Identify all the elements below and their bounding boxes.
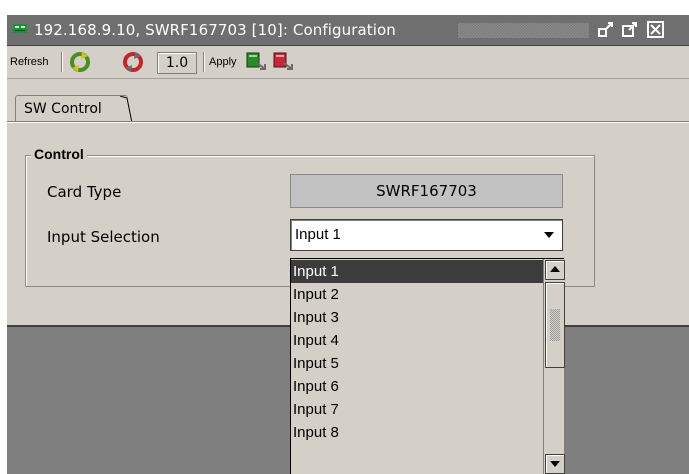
minimize-icon[interactable]	[597, 21, 615, 39]
arrow-down-icon	[550, 461, 560, 467]
zoom-level[interactable]: 1.0	[157, 52, 197, 74]
refresh-label: Refresh	[10, 56, 49, 68]
chevron-down-icon[interactable]	[544, 232, 554, 238]
maximize-icon[interactable]	[621, 21, 639, 39]
apply-green-icon[interactable]	[245, 51, 267, 73]
scroll-thumb[interactable]	[545, 282, 565, 368]
dropdown-option[interactable]: Input 8	[291, 421, 543, 444]
input-selection-select[interactable]: Input 1	[290, 219, 563, 251]
apply-label: Apply	[209, 56, 237, 68]
tab-edge	[120, 96, 133, 123]
toolbar: Refresh 1.0 Apply	[7, 46, 689, 79]
window-title: 192.168.9.10, SWRF167703 [10]: Configura…	[34, 21, 396, 39]
apply-button[interactable]: Apply	[209, 51, 237, 73]
title-drag-texture	[458, 23, 589, 38]
dropdown-option[interactable]: Input 2	[291, 283, 543, 306]
control-group-title: Control	[31, 146, 87, 162]
input-selection-dropdown[interactable]: Input 1 Input 2 Input 3 Input 4 Input 5 …	[290, 258, 565, 474]
grip-icon	[550, 309, 560, 341]
dropdown-option[interactable]: Input 3	[291, 306, 543, 329]
apply-red-icon[interactable]	[272, 51, 294, 73]
card-type-value: SWRF167703	[290, 174, 563, 208]
refresh-green-icon[interactable]	[68, 50, 92, 74]
card-type-label: Card Type	[47, 183, 122, 201]
input-selection-label: Input Selection	[47, 228, 160, 246]
dropdown-option[interactable]: Input 7	[291, 398, 543, 421]
tab-panel-highlight	[7, 122, 689, 123]
configuration-window: 192.168.9.10, SWRF167703 [10]: Configura…	[7, 15, 689, 474]
dropdown-option[interactable]: Input 1	[291, 260, 543, 283]
dropdown-scrollbar[interactable]	[543, 259, 565, 474]
close-icon[interactable]	[647, 21, 665, 39]
dropdown-option[interactable]: Input 6	[291, 375, 543, 398]
dropdown-option[interactable]: Input 5	[291, 352, 543, 375]
scroll-up-button[interactable]	[545, 260, 565, 280]
title-bar[interactable]: 192.168.9.10, SWRF167703 [10]: Configura…	[7, 15, 689, 46]
toolbar-separator	[61, 52, 63, 72]
network-card-icon	[13, 24, 27, 33]
refresh-button[interactable]: Refresh	[10, 51, 49, 73]
dropdown-option[interactable]: Input 4	[291, 329, 543, 352]
input-selection-value: Input 1	[295, 226, 341, 243]
tab-sw-control[interactable]: SW Control	[15, 95, 133, 123]
scroll-down-button[interactable]	[545, 454, 565, 474]
arrow-up-icon	[550, 266, 560, 272]
toolbar-separator	[203, 52, 205, 72]
refresh-red-icon[interactable]	[121, 50, 145, 74]
tab-label: SW Control	[24, 101, 102, 117]
